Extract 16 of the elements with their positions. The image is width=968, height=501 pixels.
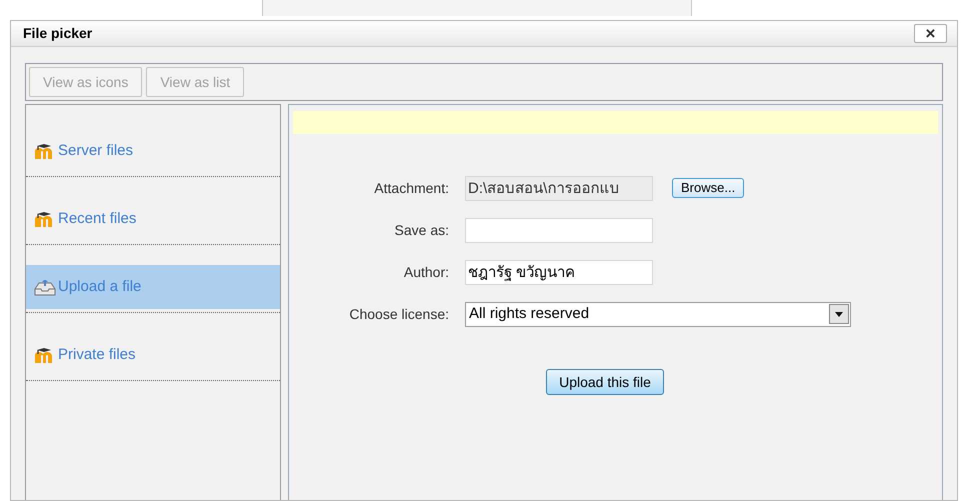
field-label: Choose license: <box>348 304 449 324</box>
field-label: Author: <box>402 262 449 282</box>
upload-button[interactable]: Upload this file <box>546 369 664 395</box>
field-label: Save as: <box>394 220 449 240</box>
field-label: Attachment: <box>373 178 449 198</box>
close-button[interactable]: × <box>914 24 947 43</box>
browse-button[interactable]: Browse... <box>672 178 744 198</box>
license-dropdown[interactable]: All rights reserved <box>465 302 851 326</box>
inbox-tray-icon <box>34 278 56 296</box>
repository-item[interactable]: Server files <box>26 129 280 173</box>
repository-item[interactable]: Recent files <box>26 197 280 241</box>
text-field[interactable]: ชฎารัฐ ขวัญนาค <box>465 260 653 284</box>
file-path-field[interactable]: D:\สอบสอน\การออกแบ <box>465 176 653 200</box>
window-title: File picker <box>23 24 92 43</box>
text-field[interactable] <box>465 218 653 242</box>
repository-item[interactable]: Private files <box>26 333 280 377</box>
